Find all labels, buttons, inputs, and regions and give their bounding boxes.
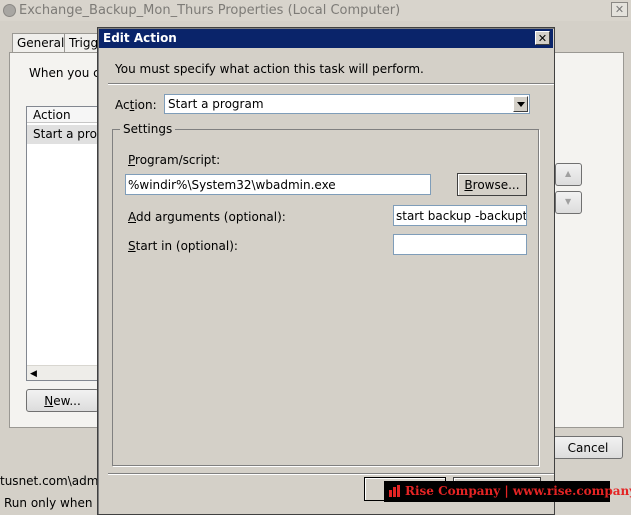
browse-button[interactable]: Browse...: [457, 173, 527, 196]
dropdown-arrow-button[interactable]: [513, 96, 528, 112]
action-column-header: Action: [33, 108, 71, 122]
tab-general[interactable]: General: [12, 33, 70, 53]
background-description: When you cr: [29, 66, 105, 80]
arguments-label: Add arguments (optional):: [128, 210, 286, 224]
background-run-option[interactable]: Run only when us: [4, 496, 110, 510]
list-item-label: Start a progr: [33, 127, 98, 141]
task-scheduler-icon: [3, 4, 16, 17]
dialog-close-button[interactable]: ✕: [535, 31, 550, 45]
background-window-titlebar: Exchange_Backup_Mon_Thurs Properties (Lo…: [0, 0, 631, 21]
program-script-label: Program/script:: [128, 153, 221, 167]
background-close-button[interactable]: ✕: [611, 2, 628, 17]
chevron-down-icon: [517, 102, 525, 107]
background-cancel-button[interactable]: Cancel: [553, 436, 623, 459]
actions-list[interactable]: Action Start a progr ◀: [26, 106, 99, 381]
start-in-label: Start in (optional):: [128, 239, 238, 253]
new-action-button[interactable]: New...: [26, 389, 99, 412]
arrow-up-icon: ▲: [565, 169, 572, 178]
dialog-message: You must specify what action this task w…: [115, 62, 424, 76]
divider: [108, 83, 554, 85]
move-up-button[interactable]: ▲: [555, 163, 582, 186]
settings-legend: Settings: [120, 122, 176, 136]
action-select-value: Start a program: [168, 97, 264, 111]
watermark-text: Rise Company | www.rise.company: [405, 484, 631, 498]
scroll-left-icon[interactable]: ◀: [30, 369, 37, 379]
background-window-title: Exchange_Backup_Mon_Thurs Properties (Lo…: [19, 3, 401, 18]
move-down-button[interactable]: ▼: [555, 191, 582, 214]
list-item[interactable]: Start a progr: [27, 125, 98, 144]
action-label: Action:: [115, 98, 157, 112]
arguments-input[interactable]: start backup -backuptarg: [393, 205, 527, 226]
arrow-down-icon: ▼: [565, 197, 572, 206]
background-user-account: tusnet.com\admin: [0, 474, 110, 488]
program-script-input[interactable]: %windir%\System32\wbadmin.exe: [125, 174, 431, 195]
divider: [108, 473, 554, 475]
program-script-value: %windir%\System32\wbadmin.exe: [128, 178, 336, 192]
arguments-value: start backup -backuptarg: [396, 209, 527, 223]
edit-action-dialog: Edit Action ✕ You must specify what acti…: [97, 27, 555, 515]
start-in-input[interactable]: [393, 234, 527, 255]
dialog-title: Edit Action: [103, 31, 177, 45]
actions-list-header[interactable]: Action: [27, 107, 98, 123]
horizontal-scrollbar[interactable]: ◀: [27, 365, 98, 380]
action-select[interactable]: Start a program: [164, 94, 530, 114]
rise-company-logo-icon: [389, 485, 400, 497]
watermark-banner: Rise Company | www.rise.company: [384, 481, 631, 502]
dialog-titlebar[interactable]: Edit Action ✕: [99, 29, 553, 48]
